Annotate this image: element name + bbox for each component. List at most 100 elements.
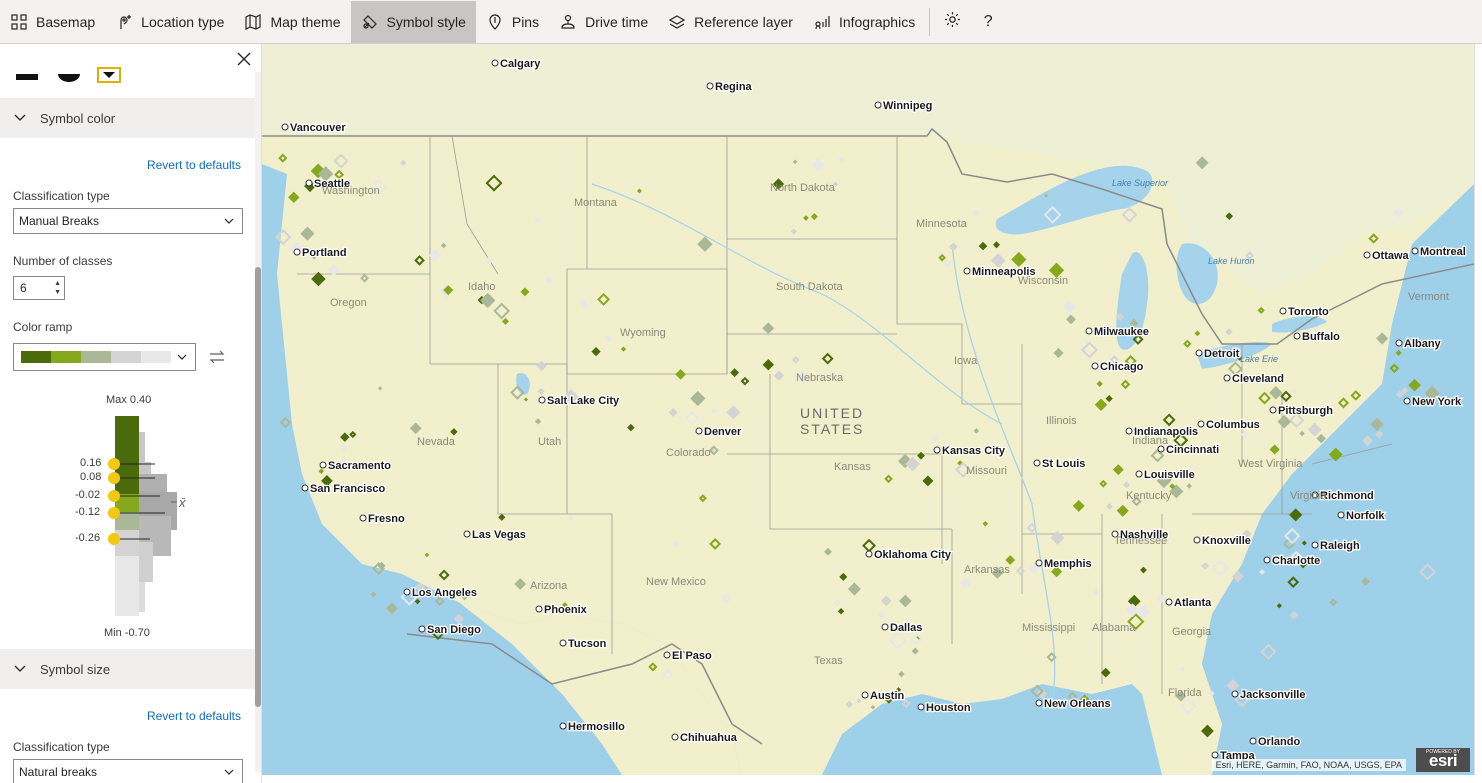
city-label: Norfolk	[1346, 510, 1385, 522]
symbol-shape-options[interactable]	[16, 64, 126, 86]
size-classification-dropdown[interactable]: Natural breaks	[13, 759, 243, 783]
data-symbol[interactable]	[1289, 610, 1299, 620]
city-label: Salt Lake City	[547, 395, 620, 407]
data-symbol[interactable]	[1301, 540, 1307, 546]
location-type-button[interactable]: Location type	[105, 1, 234, 43]
chevron-down-icon	[0, 114, 40, 122]
data-symbol[interactable]	[1259, 569, 1266, 575]
symbol-style-button[interactable]: Symbol style	[350, 0, 476, 43]
data-symbol[interactable]	[1361, 576, 1370, 586]
data-symbol[interactable]	[1408, 378, 1421, 392]
city-label: San Diego	[427, 624, 481, 636]
city-marker	[865, 550, 873, 558]
city-label: Toronto	[1288, 306, 1329, 318]
panel-scrollbar[interactable]	[255, 72, 261, 772]
data-symbol[interactable]	[901, 699, 911, 708]
city-label: Portland	[302, 247, 347, 259]
data-symbol[interactable]	[1375, 430, 1384, 439]
number-of-classes-label: Number of classes	[13, 254, 113, 268]
drive-time-label: Drive time	[585, 13, 649, 30]
data-symbol[interactable]	[1370, 417, 1384, 431]
pins-label: Pins	[511, 13, 540, 30]
format-panel: Symbol color Revert to defaults Classifi…	[0, 44, 262, 783]
infographics-button[interactable]: Infographics	[803, 1, 925, 43]
number-of-classes-stepper[interactable]: 6 ▲ ▼	[13, 276, 65, 300]
city-label: Cincinnati	[1166, 444, 1219, 456]
map-theme-button[interactable]: Map theme	[234, 1, 350, 43]
data-symbol[interactable]	[1276, 603, 1282, 609]
size-classification-label: Classification type	[13, 740, 110, 754]
city-label: Detroit	[1204, 348, 1240, 360]
symbol-size-header[interactable]: Symbol size	[0, 649, 256, 689]
city-label: Fresno	[368, 513, 405, 525]
city-label: Columbus	[1206, 419, 1260, 431]
reference-layer-button[interactable]: Reference layer	[658, 1, 803, 43]
revert-defaults-link[interactable]: Revert to defaults	[147, 158, 241, 172]
state-label: Lake Erie	[1240, 354, 1278, 364]
data-symbol[interactable]	[1226, 679, 1240, 693]
data-symbol[interactable]	[1289, 508, 1303, 522]
reverse-ramp-icon[interactable]	[208, 349, 226, 365]
settings-button[interactable]	[934, 1, 970, 43]
layers-icon	[668, 13, 686, 31]
city-marker	[1311, 541, 1319, 549]
state-label: Georgia	[1172, 626, 1212, 638]
break-label-1: 0.16	[80, 457, 102, 469]
state-label: Arkansas	[964, 564, 1010, 576]
stepper-arrows-icon[interactable]: ▲ ▼	[54, 279, 61, 297]
city-label: Denver	[704, 426, 742, 438]
close-panel-button[interactable]	[235, 50, 253, 68]
color-ramp-dropdown[interactable]	[13, 343, 196, 371]
state-label: Iowa	[954, 355, 978, 367]
city-marker	[861, 691, 869, 699]
state-label: Colorado	[666, 447, 711, 459]
data-symbol[interactable]	[1362, 435, 1373, 447]
data-symbol[interactable]	[1329, 598, 1338, 607]
city-marker	[1211, 751, 1219, 759]
map-attribution: Esri, HERE, Garmin, FAO, NOAA, USGS, EPA	[1211, 759, 1406, 771]
gear-icon	[944, 11, 961, 33]
panel-scroll-thumb[interactable]	[255, 267, 261, 707]
data-symbol[interactable]	[1389, 363, 1400, 374]
classification-type-dropdown[interactable]: Manual Breaks	[13, 208, 243, 234]
city-marker	[663, 651, 671, 659]
toolbar: Basemap Location type Map theme Symbol s…	[0, 0, 1482, 44]
state-label: Wisconsin	[1018, 275, 1068, 287]
symbol-color-header[interactable]: Symbol color	[0, 98, 256, 138]
break-label-2: 0.08	[80, 471, 102, 483]
data-symbol[interactable]	[1418, 563, 1437, 581]
toolbar-separator	[929, 7, 931, 36]
revert-defaults-size-link[interactable]: Revert to defaults	[147, 709, 241, 723]
data-symbol[interactable]	[1287, 576, 1300, 589]
break-label-4: -0.12	[75, 506, 101, 518]
symbol-style-icon	[361, 13, 379, 31]
ramp-swatch	[111, 351, 141, 363]
color-ramp-swatches	[21, 351, 171, 363]
city-label: Albany	[1404, 338, 1442, 350]
city-label: Vancouver	[290, 122, 346, 134]
data-symbol[interactable]	[454, 614, 464, 624]
data-symbol[interactable]	[279, 416, 292, 429]
map-canvas[interactable]: Calgary Regina Winnipeg Vancouver Seattle Por…	[262, 44, 1474, 775]
basemap-button[interactable]: Basemap	[0, 1, 105, 43]
city-marker	[1165, 598, 1173, 606]
state-label: Alabama	[1092, 622, 1136, 634]
drive-time-button[interactable]: Drive time	[549, 1, 658, 43]
city-marker	[1135, 470, 1143, 478]
location-type-label: Location type	[141, 13, 225, 30]
data-symbol[interactable]	[370, 591, 377, 598]
max-label: Max 0.40	[106, 394, 152, 406]
state-label: Indiana	[1132, 435, 1169, 447]
city-marker	[281, 123, 289, 131]
close-icon	[237, 52, 251, 66]
chevron-down-icon	[0, 665, 40, 673]
help-button[interactable]: ?	[970, 1, 1006, 43]
state-label: Arizona	[530, 580, 568, 592]
city-marker	[1293, 332, 1301, 340]
data-symbol[interactable]	[1260, 643, 1277, 660]
state-label: West Virginia	[1238, 458, 1303, 470]
pins-button[interactable]: Pins	[476, 1, 549, 43]
data-symbol[interactable]	[385, 602, 398, 615]
data-symbol[interactable]	[1395, 349, 1402, 356]
city-marker	[917, 703, 925, 711]
